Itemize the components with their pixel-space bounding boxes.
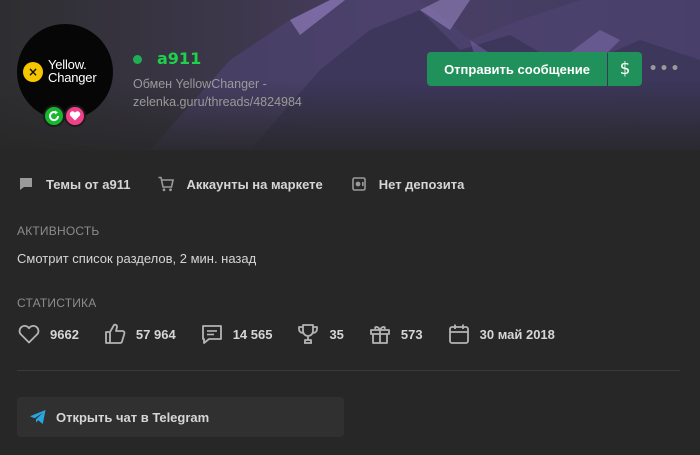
market-link[interactable]: Аккаунты на маркете bbox=[158, 176, 323, 192]
money-transfer-button[interactable]: $ bbox=[608, 52, 642, 86]
stat-registered-value: 30 май 2018 bbox=[479, 326, 555, 342]
message-icon bbox=[201, 325, 222, 344]
profile-header: × Yellow. Changer a911 Обмен YellowChang… bbox=[0, 0, 700, 150]
avatar[interactable]: × Yellow. Changer bbox=[17, 24, 113, 120]
cart-icon bbox=[158, 176, 175, 192]
telegram-button-label: Открыть чат в Telegram bbox=[56, 409, 210, 425]
stat-trophies-value: 35 bbox=[329, 326, 344, 342]
calendar-icon bbox=[448, 324, 469, 344]
stats-heading: СТАТИСТИКА bbox=[17, 296, 97, 310]
trophy-icon bbox=[298, 324, 319, 344]
activity-heading: АКТИВНОСТЬ bbox=[17, 224, 100, 238]
market-link-label: Аккаунты на маркете bbox=[186, 176, 323, 192]
stat-registered[interactable]: 30 май 2018 bbox=[447, 322, 555, 346]
threads-link-label: Темы от a911 bbox=[46, 176, 131, 192]
telegram-chat-button[interactable]: Открыть чат в Telegram bbox=[17, 397, 344, 437]
yellowchanger-logo: × Yellow. Changer bbox=[23, 58, 109, 86]
stat-gifts[interactable]: 573 bbox=[368, 322, 423, 346]
stats-row: 9662 57 964 14 565 35 573 30 май 2018 bbox=[17, 322, 579, 346]
send-message-button[interactable]: Отправить сообщение bbox=[427, 52, 607, 86]
stat-trophies[interactable]: 35 bbox=[296, 322, 344, 346]
stat-likes-value: 9662 bbox=[50, 326, 79, 342]
deposit-icon bbox=[351, 176, 367, 192]
refresh-icon[interactable] bbox=[43, 105, 65, 127]
user-title: Обмен YellowChanger - zelenka.guru/threa… bbox=[133, 75, 343, 111]
deposit-link[interactable]: Нет депозита bbox=[351, 176, 465, 192]
logo-text: Yellow. Changer bbox=[48, 58, 97, 85]
deposit-link-label: Нет депозита bbox=[378, 176, 465, 192]
heart-icon bbox=[18, 325, 40, 344]
stat-gifts-value: 573 bbox=[400, 326, 423, 342]
activity-text: Смотрит список разделов, 2 мин. назад bbox=[17, 251, 257, 266]
stat-messages[interactable]: 14 565 bbox=[200, 322, 273, 346]
user-title-line2: zelenka.guru/threads/4824984 bbox=[133, 95, 302, 109]
more-options-button[interactable]: ••• bbox=[649, 58, 680, 80]
stat-likes[interactable]: 9662 bbox=[17, 322, 79, 346]
stat-messages-value: 14 565 bbox=[232, 326, 273, 342]
comment-icon bbox=[18, 176, 34, 192]
telegram-icon bbox=[30, 410, 46, 424]
heart-icon[interactable] bbox=[64, 105, 86, 127]
stat-reactions[interactable]: 57 964 bbox=[103, 322, 176, 346]
threads-link[interactable]: Темы от a911 bbox=[18, 176, 130, 192]
thumbs-up-icon bbox=[105, 323, 126, 344]
gift-icon bbox=[370, 325, 390, 344]
online-status-dot bbox=[133, 55, 142, 64]
user-title-line1: Обмен YellowChanger - bbox=[133, 77, 267, 91]
logo-line2: Changer bbox=[48, 70, 97, 85]
divider bbox=[17, 370, 680, 371]
logo-mark: × bbox=[23, 62, 43, 82]
profile-links: Темы от a911 Аккаунты на маркете Нет деп… bbox=[18, 176, 492, 192]
stat-reactions-value: 57 964 bbox=[135, 326, 176, 342]
username[interactable]: a911 bbox=[157, 49, 201, 68]
